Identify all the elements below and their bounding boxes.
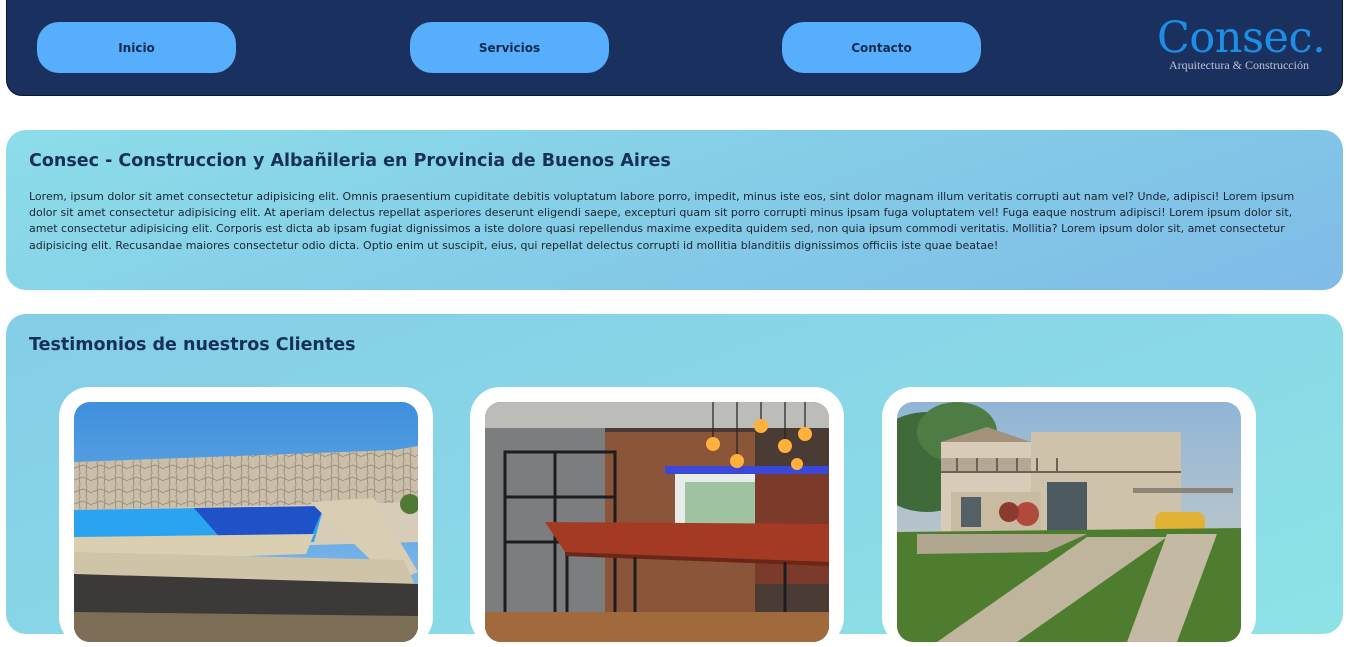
intro-paragraph: Lorem, ipsum dolor sit amet consectetur … xyxy=(29,190,1295,252)
testimonials-title: Testimonios de nuestros Clientes xyxy=(29,335,356,355)
house-photo xyxy=(897,402,1241,642)
pool-photo xyxy=(74,402,418,642)
intro-title: Consec - Construccion y Albañileria en P… xyxy=(29,151,671,171)
interior-photo xyxy=(485,402,829,642)
brand-logo[interactable]: Consec. Arquitectura & Construcción xyxy=(1157,13,1327,73)
top-navbar: Inicio Servicios Contacto Consec. Arquit… xyxy=(6,0,1343,96)
nav-inicio-button[interactable]: Inicio xyxy=(37,22,236,73)
testimonial-card[interactable] xyxy=(470,387,844,647)
logo-tagline: Arquitectura & Construcción xyxy=(1169,58,1309,72)
testimonial-card[interactable] xyxy=(882,387,1256,647)
nav-servicios-button[interactable]: Servicios xyxy=(410,22,609,73)
logo-wordmark: Consec. xyxy=(1157,13,1326,63)
intro-section: Consec - Construccion y Albañileria en P… xyxy=(6,130,1343,290)
nav-contacto-button[interactable]: Contacto xyxy=(782,22,981,73)
testimonial-card[interactable] xyxy=(59,387,433,647)
